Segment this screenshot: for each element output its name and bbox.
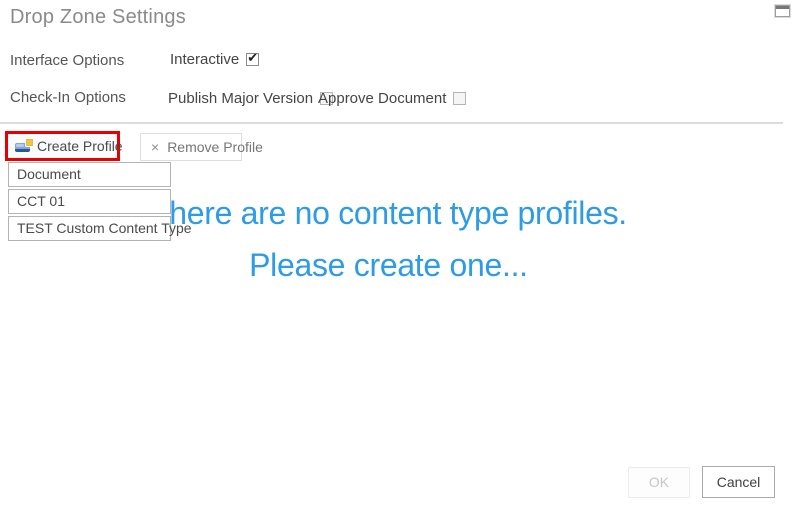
dialog-title: Drop Zone Settings <box>10 6 186 29</box>
approve-document-label: Approve Document <box>318 90 446 107</box>
approve-document-field[interactable]: Approve Document <box>318 90 466 107</box>
publish-major-version-label: Publish Major Version <box>168 90 313 107</box>
toolbar-divider <box>0 122 783 124</box>
dropdown-item-document[interactable]: Document <box>8 162 171 187</box>
dropdown-item-test-custom-content-type[interactable]: TEST Custom Content Type <box>8 216 171 241</box>
publish-major-version-field[interactable]: Publish Major Version <box>168 90 333 107</box>
empty-state-line1: There are no content type profiles. <box>150 187 627 239</box>
interface-options-label: Interface Options <box>10 52 124 69</box>
checkin-options-label: Check-In Options <box>10 89 126 106</box>
remove-profile-button[interactable]: × Remove Profile <box>140 133 242 161</box>
remove-profile-label: Remove Profile <box>167 139 263 155</box>
approve-document-checkbox[interactable] <box>453 92 466 105</box>
create-profile-button[interactable]: Create Profile <box>5 131 120 161</box>
remove-x-icon: × <box>151 139 159 155</box>
ok-button[interactable]: OK <box>628 467 690 498</box>
empty-state-message: There are no content type profiles. Plea… <box>150 187 627 291</box>
cancel-button[interactable]: Cancel <box>702 466 775 498</box>
interactive-field[interactable]: Interactive <box>170 51 259 68</box>
create-profile-label: Create Profile <box>37 138 123 154</box>
content-type-dropdown: Document CCT 01 TEST Custom Content Type <box>8 162 171 243</box>
new-profile-icon <box>15 143 30 152</box>
empty-state-line2: Please create one... <box>150 239 627 291</box>
interactive-checkbox[interactable] <box>246 53 259 66</box>
dropdown-item-cct-01[interactable]: CCT 01 <box>8 189 171 214</box>
interactive-label: Interactive <box>170 51 239 68</box>
maximize-button[interactable] <box>773 3 793 21</box>
maximize-icon <box>775 5 790 17</box>
